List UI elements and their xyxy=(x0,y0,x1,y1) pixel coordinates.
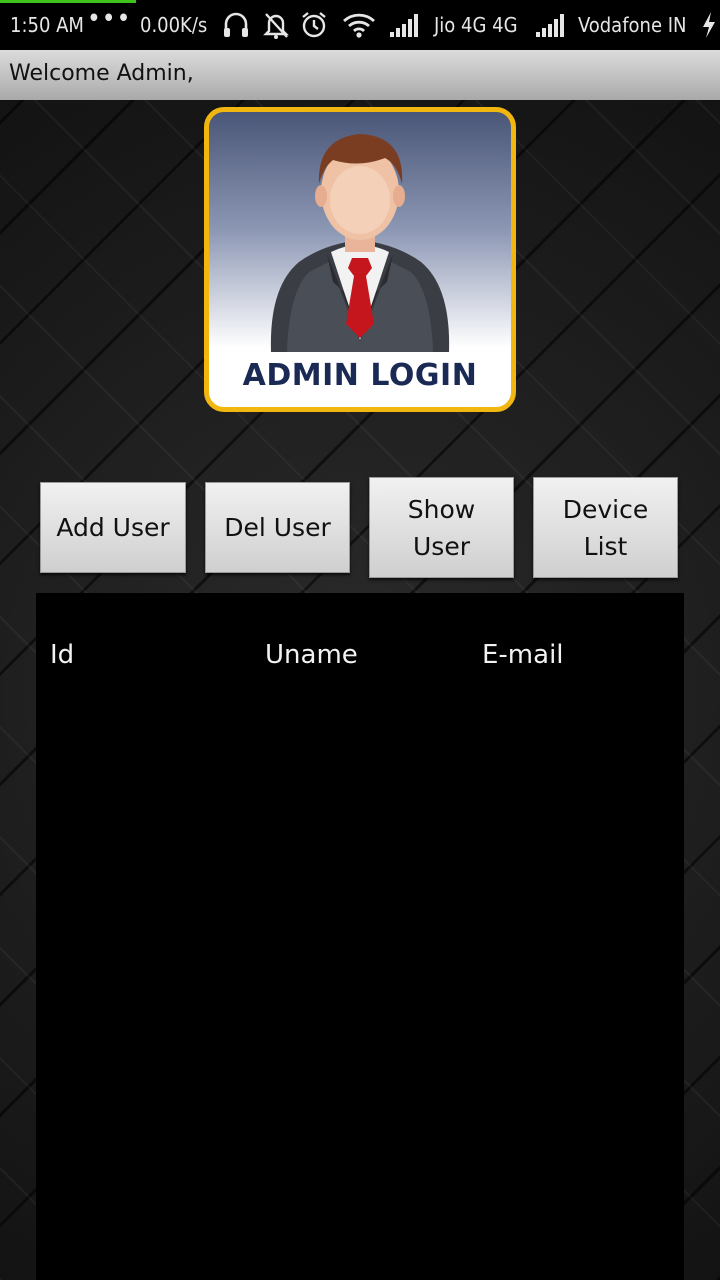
device-list-button-label-line1: Device xyxy=(562,494,649,524)
wifi-icon xyxy=(342,10,376,40)
status-time: 1:50 AM xyxy=(10,13,84,37)
signal-icon xyxy=(534,10,568,40)
status-bar: 1:50 AM ••• 0.00K/s Jio 4G 4G Vodafone I… xyxy=(0,0,720,50)
carrier-1-label: Jio 4G 4G xyxy=(434,13,518,37)
carrier-2-label: Vodafone IN xyxy=(578,13,687,37)
del-user-button[interactable]: Del User xyxy=(205,482,350,573)
action-bar: Welcome Admin, xyxy=(0,50,720,101)
column-header-uname: Uname xyxy=(265,640,358,670)
more-notifications-icon: ••• xyxy=(87,4,132,34)
show-user-button-label-line1: Show xyxy=(407,494,476,524)
device-list-button[interactable]: Device List xyxy=(533,477,678,578)
column-header-id: Id xyxy=(50,640,75,670)
add-user-button[interactable]: Add User xyxy=(40,482,186,573)
show-user-button[interactable]: Show User xyxy=(369,477,514,578)
notifications-off-icon xyxy=(262,10,290,40)
network-speed: 0.00K/s xyxy=(140,13,208,37)
del-user-button-label: Del User xyxy=(224,513,331,542)
charging-icon xyxy=(700,10,718,40)
add-user-button-label: Add User xyxy=(56,513,170,542)
signal-icon xyxy=(388,10,422,40)
alarm-icon xyxy=(300,10,328,40)
admin-login-logo: ADMIN LOGIN xyxy=(204,107,516,412)
businessman-icon xyxy=(270,134,450,352)
user-table[interactable]: Id Uname E-mail xyxy=(36,593,684,1280)
loading-progress-bar xyxy=(0,0,136,3)
headset-icon xyxy=(222,10,250,40)
show-user-button-label-line2: User xyxy=(413,531,470,561)
welcome-title: Welcome Admin, xyxy=(9,61,194,86)
logo-caption: ADMIN LOGIN xyxy=(242,358,478,393)
device-list-button-label-line2: List xyxy=(583,531,628,561)
column-header-email: E-mail xyxy=(482,640,564,670)
